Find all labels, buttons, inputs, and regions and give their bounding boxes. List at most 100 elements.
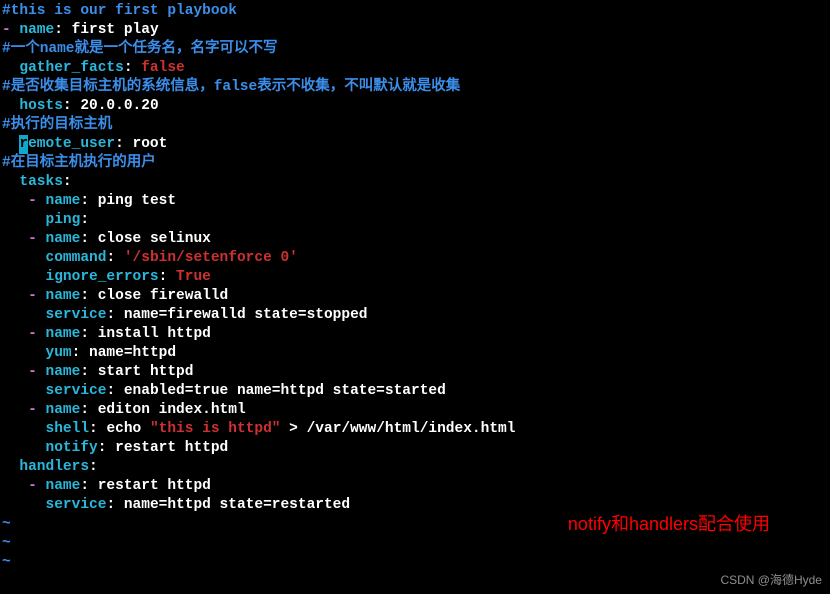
indent	[2, 478, 28, 494]
comment-line: #this is our first playbook	[2, 3, 237, 19]
yaml-value: name=httpd	[89, 345, 176, 361]
indent	[2, 497, 46, 513]
colon: :	[54, 22, 71, 38]
comment-line: #执行的目标主机	[2, 117, 112, 133]
indent	[2, 383, 46, 399]
indent	[2, 60, 19, 76]
indent	[2, 231, 28, 247]
yaml-value: > /var/www/html/index.html	[280, 421, 515, 437]
yaml-value: install httpd	[98, 326, 211, 342]
yaml-value: root	[133, 136, 168, 152]
yaml-value: 20.0.0.20	[80, 98, 158, 114]
yaml-key-handlers: handlers	[19, 459, 89, 475]
colon: :	[72, 345, 89, 361]
yaml-value: enabled=true name=httpd state=started	[124, 383, 446, 399]
yaml-key-remote-user: emote_user	[28, 136, 115, 152]
yaml-value: name=firewalld state=stopped	[124, 307, 368, 323]
indent	[2, 459, 19, 475]
indent	[2, 326, 28, 342]
indent	[2, 421, 46, 437]
yaml-key-hosts: hosts	[19, 98, 63, 114]
colon: :	[115, 136, 132, 152]
yaml-key-name: name	[46, 326, 81, 342]
colon: :	[106, 383, 123, 399]
colon: :	[89, 421, 106, 437]
yaml-key-name: name	[19, 22, 54, 38]
yaml-value: echo	[106, 421, 150, 437]
colon: :	[106, 307, 123, 323]
annotation-text: notify和handlers配合使用	[568, 515, 770, 534]
yaml-value: editon index.html	[98, 402, 246, 418]
indent	[2, 345, 46, 361]
yaml-value: ping test	[98, 193, 176, 209]
yaml-value: close selinux	[98, 231, 211, 247]
yaml-value-true: True	[176, 269, 211, 285]
yaml-key-service: service	[46, 307, 107, 323]
watermark-text: CSDN @海德Hyde	[720, 571, 822, 590]
yaml-dash: -	[28, 193, 45, 209]
indent	[2, 402, 28, 418]
colon: :	[89, 459, 98, 475]
indent	[2, 98, 19, 114]
vim-tilde: ~	[2, 554, 11, 570]
indent	[2, 193, 28, 209]
yaml-value-string: "this is httpd"	[150, 421, 281, 437]
yaml-key-yum: yum	[46, 345, 72, 361]
yaml-dash: -	[28, 478, 45, 494]
comment-line: #在目标主机执行的用户	[2, 155, 156, 171]
yaml-dash: -	[2, 22, 19, 38]
cursor: r	[19, 135, 28, 154]
indent	[2, 212, 46, 228]
yaml-key-service: service	[46, 497, 107, 513]
editor-area[interactable]: #this is our first playbook - name: firs…	[2, 2, 830, 572]
yaml-key-tasks: tasks	[19, 174, 63, 190]
yaml-key-name: name	[46, 402, 81, 418]
yaml-value: start httpd	[98, 364, 194, 380]
colon: :	[80, 231, 97, 247]
colon: :	[63, 98, 80, 114]
yaml-key-shell: shell	[46, 421, 90, 437]
colon: :	[98, 440, 115, 456]
yaml-key-gather-facts: gather_facts	[19, 60, 123, 76]
indent	[2, 250, 46, 266]
yaml-key-notify: notify	[46, 440, 98, 456]
colon: :	[80, 193, 97, 209]
indent	[2, 440, 46, 456]
yaml-key-name: name	[46, 231, 81, 247]
colon: :	[80, 212, 89, 228]
yaml-key-name: name	[46, 193, 81, 209]
indent	[2, 288, 28, 304]
colon: :	[80, 402, 97, 418]
indent	[2, 174, 19, 190]
colon: :	[124, 60, 141, 76]
yaml-value: restart httpd	[98, 478, 211, 494]
colon: :	[106, 250, 123, 266]
yaml-dash: -	[28, 326, 45, 342]
yaml-value-string: '/sbin/setenforce 0'	[124, 250, 298, 266]
colon: :	[80, 478, 97, 494]
yaml-key-ignore-errors: ignore_errors	[46, 269, 159, 285]
yaml-dash: -	[28, 364, 45, 380]
colon: :	[159, 269, 176, 285]
yaml-dash: -	[28, 288, 45, 304]
yaml-key-ping: ping	[46, 212, 81, 228]
vim-tilde: ~	[2, 516, 11, 532]
yaml-key-service: service	[46, 383, 107, 399]
colon: :	[80, 288, 97, 304]
yaml-dash: -	[28, 231, 45, 247]
yaml-value-false: false	[141, 60, 185, 76]
vim-tilde: ~	[2, 535, 11, 551]
indent	[2, 307, 46, 323]
colon: :	[106, 497, 123, 513]
colon: :	[80, 364, 97, 380]
yaml-key-name: name	[46, 364, 81, 380]
yaml-value: first play	[72, 22, 159, 38]
yaml-value: name=httpd state=restarted	[124, 497, 350, 513]
comment-line: #一个name就是一个任务名，名字可以不写	[2, 41, 278, 57]
yaml-dash: -	[28, 402, 45, 418]
yaml-key-command: command	[46, 250, 107, 266]
colon: :	[63, 174, 72, 190]
colon: :	[80, 326, 97, 342]
yaml-value: close firewalld	[98, 288, 229, 304]
yaml-key-name: name	[46, 288, 81, 304]
